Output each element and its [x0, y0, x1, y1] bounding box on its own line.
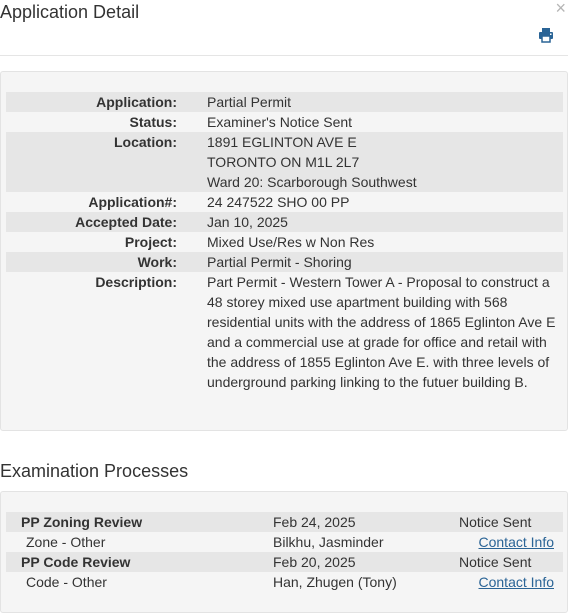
- detail-label: Project:: [124, 234, 177, 250]
- detail-value: Partial Permit - Shoring: [177, 252, 563, 272]
- application-detail-table: Application: Partial Permit Status: Exam…: [6, 92, 563, 392]
- modal-title: Application Detail: [0, 2, 140, 22]
- detail-label: Work:: [6, 252, 177, 272]
- task-name: Zone - Other: [26, 534, 106, 550]
- examination-processes-title: Examination Processes: [0, 461, 189, 481]
- detail-label: Application:: [6, 92, 177, 112]
- header-divider: [0, 55, 568, 56]
- examiner-name: Han, Zhugen (Tony): [273, 574, 397, 590]
- examination-processes-panel: PP Zoning Review Feb 24, 2025 Notice Sen…: [0, 491, 568, 613]
- task-name: Code - Other: [26, 574, 107, 590]
- detail-row-description: Description: Part Permit - Western Tower…: [6, 272, 563, 392]
- detail-value: Jan 10, 2025: [177, 212, 563, 232]
- examiner-name: Bilkhu, Jasminder: [273, 534, 384, 550]
- exam-process-row: PP Code Review Feb 20, 2025 Notice Sent: [6, 552, 563, 572]
- detail-label: Status:: [129, 114, 177, 130]
- location-line: 1891 EGLINTON AVE E: [207, 134, 357, 150]
- location-line: TORONTO ON M1L 2L7: [207, 154, 360, 170]
- contact-info-cell: Contact Info: [459, 532, 563, 552]
- print-icon[interactable]: [538, 27, 554, 43]
- process-name: PP Zoning Review: [6, 512, 273, 532]
- process-date: Feb 20, 2025: [273, 552, 459, 572]
- detail-row-project: Project: Mixed Use/Res w Non Res: [6, 232, 563, 252]
- application-detail-panel: Application: Partial Permit Status: Exam…: [0, 71, 568, 431]
- detail-row-application-number: Application#: 24 247522 SHO 00 PP: [6, 192, 563, 212]
- detail-row-status: Status: Examiner's Notice Sent: [6, 112, 563, 132]
- detail-value: Partial Permit: [177, 92, 563, 112]
- detail-label: Description:: [95, 274, 177, 290]
- detail-row-accepted-date: Accepted Date: Jan 10, 2025: [6, 212, 563, 232]
- exam-task-row: Zone - Other Bilkhu, Jasminder Contact I…: [6, 532, 563, 552]
- detail-row-location: Location: 1891 EGLINTON AVE E TORONTO ON…: [6, 132, 563, 192]
- process-status: Notice Sent: [459, 512, 563, 532]
- detail-value: 24 247522 SHO 00 PP: [207, 194, 350, 210]
- contact-info-link[interactable]: Contact Info: [479, 534, 555, 550]
- contact-info-link[interactable]: Contact Info: [479, 574, 555, 590]
- detail-value: Mixed Use/Res w Non Res: [207, 234, 375, 250]
- close-button[interactable]: ×: [555, 0, 566, 18]
- detail-value: 1891 EGLINTON AVE E TORONTO ON M1L 2L7 W…: [177, 132, 563, 192]
- examination-processes-table: PP Zoning Review Feb 24, 2025 Notice Sen…: [6, 512, 563, 592]
- process-name: PP Code Review: [6, 552, 273, 572]
- detail-row-application: Application: Partial Permit: [6, 92, 563, 112]
- exam-task-row: Code - Other Han, Zhugen (Tony) Contact …: [6, 572, 563, 592]
- process-date: Feb 24, 2025: [273, 512, 459, 532]
- process-status: Notice Sent: [459, 552, 563, 572]
- detail-label: Location:: [6, 132, 177, 192]
- detail-label: Accepted Date:: [6, 212, 177, 232]
- detail-value: Part Permit - Western Tower A - Proposal…: [207, 274, 556, 390]
- location-line: Ward 20: Scarborough Southwest: [207, 174, 417, 190]
- detail-label: Application#:: [88, 194, 177, 210]
- contact-info-cell: Contact Info: [459, 572, 563, 592]
- exam-process-row: PP Zoning Review Feb 24, 2025 Notice Sen…: [6, 512, 563, 532]
- detail-value: Examiner's Notice Sent: [207, 114, 353, 130]
- detail-row-work: Work: Partial Permit - Shoring: [6, 252, 563, 272]
